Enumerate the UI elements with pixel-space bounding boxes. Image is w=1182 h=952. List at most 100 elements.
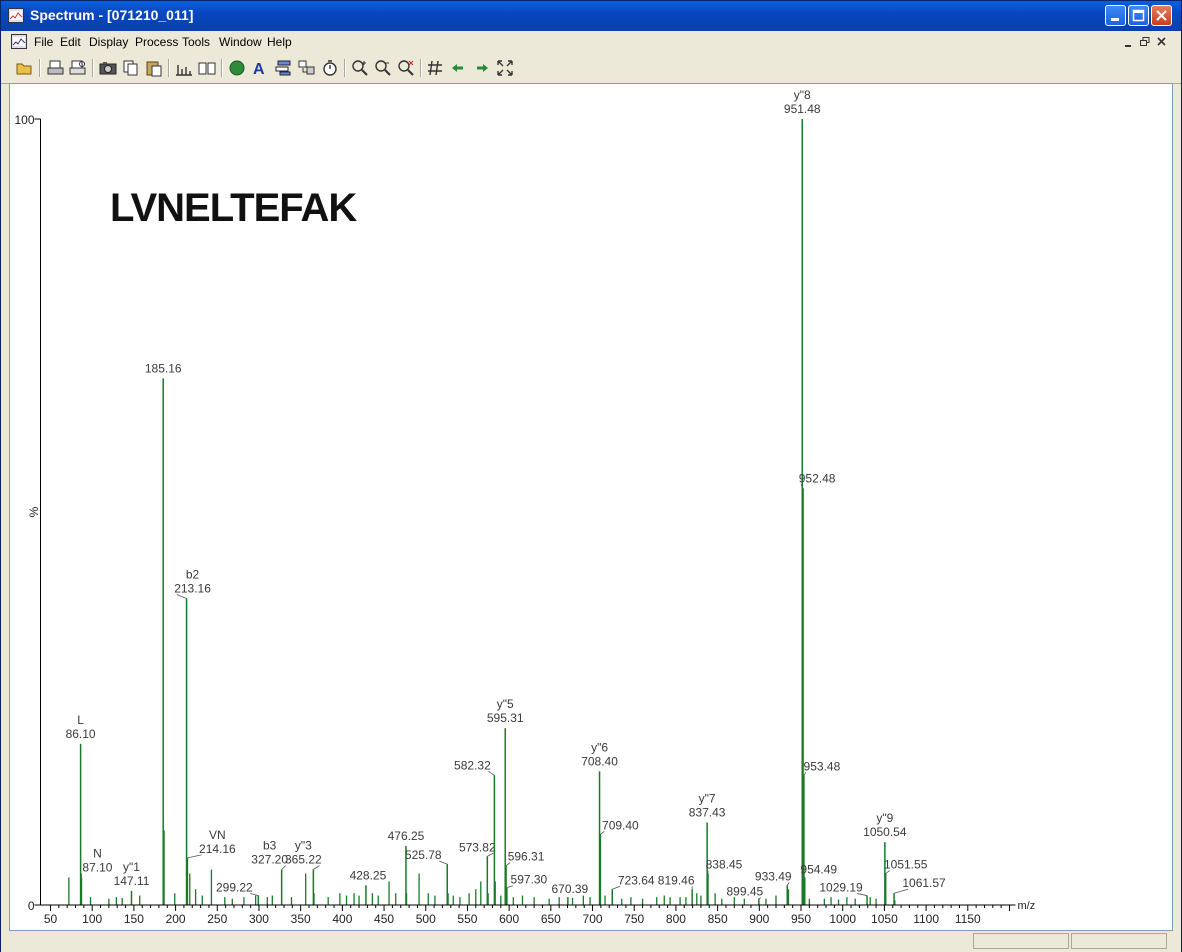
green-circle-icon[interactable] <box>227 58 247 78</box>
app-icon <box>8 8 24 23</box>
status-panel <box>1071 933 1167 949</box>
print-preview-icon[interactable] <box>68 58 88 78</box>
status-panel <box>973 933 1069 949</box>
spectrum-plot-area[interactable]: 86.10 L 87.10 N 147.11 y"1 185.16 213.16 b2 214.1… <box>9 83 1173 931</box>
print-icon[interactable] <box>46 58 66 78</box>
window-title: Spectrum - [071210_011] <box>30 7 194 23</box>
menu-process[interactable]: Process <box>135 35 178 49</box>
text-a-icon[interactable]: A <box>249 58 269 78</box>
title-bar: Spectrum - [071210_011] <box>1 1 1181 31</box>
doc-restore-icon[interactable] <box>1139 36 1151 48</box>
peak-ion-label: L <box>77 713 84 727</box>
x-tick-label: 50 <box>44 912 58 926</box>
grid-hash-icon[interactable] <box>425 58 445 78</box>
peak-mz-label: 837.43 <box>689 805 726 819</box>
peak-mz-label: 214.16 <box>199 842 236 856</box>
menu-edit[interactable]: Edit <box>60 35 81 49</box>
x-tick-label: 300 <box>249 912 269 926</box>
doc-close-icon[interactable] <box>1156 36 1168 48</box>
peak-ion-label: y"8 <box>794 88 811 102</box>
list-icon[interactable] <box>274 58 294 78</box>
peak-mz-label: 87.10 <box>82 860 112 874</box>
x-tick-label: 900 <box>749 912 769 926</box>
chart-axes: 50 100 150 200 250 300 350 400 450 500 550 600 650 70… <box>14 113 1035 926</box>
bar-chart-icon[interactable] <box>174 58 194 78</box>
peak-ion-label: y"9 <box>876 811 893 825</box>
peak-mz-label: 595.31 <box>487 711 524 725</box>
close-icon <box>1156 10 1167 21</box>
arrow-left-icon[interactable] <box>448 58 468 78</box>
x-tick-label: 500 <box>416 912 436 926</box>
y-tick-label: 0 <box>28 899 35 913</box>
toolbar-separator <box>221 59 223 77</box>
x-tick-label: 1150 <box>955 912 981 926</box>
peak-mz-label: 723.64 <box>618 873 655 887</box>
peak-mz-label: 582.32 <box>454 758 491 772</box>
menu-help[interactable]: Help <box>267 35 292 49</box>
x-tick-label: 950 <box>791 912 811 926</box>
x-tick-label: 850 <box>708 912 728 926</box>
x-tick-label: 150 <box>124 912 144 926</box>
x-axis-label: m/z <box>1017 900 1035 912</box>
peak-mz-label: 933.49 <box>755 869 792 883</box>
peak-mz-label: 86.10 <box>66 727 96 741</box>
close-button[interactable] <box>1151 5 1172 26</box>
camera-icon[interactable] <box>98 58 118 78</box>
x-tick-label: 1000 <box>829 912 856 926</box>
copy-icon[interactable] <box>121 58 141 78</box>
peak-ion-label: y"1 <box>123 860 140 874</box>
x-tick-label: 100 <box>82 912 102 926</box>
peak-mz-label: 573.82 <box>459 840 496 854</box>
zoom-out-icon[interactable] <box>373 58 393 78</box>
maximize-button[interactable] <box>1128 5 1149 26</box>
x-tick-label: 650 <box>541 912 561 926</box>
toolbar: A <box>1 53 1181 84</box>
menu-bar: File Edit Display Process Tools Window H… <box>1 31 1181 53</box>
peak-mz-label: 1061.57 <box>902 876 946 890</box>
zoom-reset-icon[interactable] <box>396 58 416 78</box>
doc-minimize-icon[interactable] <box>1123 37 1135 49</box>
stopwatch-icon[interactable] <box>320 58 340 78</box>
peak-ion-label: b2 <box>186 567 200 581</box>
peak-mz-label: 708.40 <box>581 754 618 768</box>
paste-icon[interactable] <box>144 58 164 78</box>
arrow-right-icon[interactable] <box>472 58 492 78</box>
peak-mz-label: 953.48 <box>804 759 841 773</box>
combine-icon[interactable] <box>297 58 317 78</box>
peak-mz-label: 954.49 <box>800 862 837 876</box>
book-icon[interactable] <box>197 58 217 78</box>
menu-display[interactable]: Display <box>89 35 128 49</box>
fit-view-icon[interactable] <box>495 58 515 78</box>
peak-ion-label: y"6 <box>591 740 608 754</box>
open-folder-icon[interactable] <box>14 58 34 78</box>
svg-text:A: A <box>253 61 265 78</box>
menu-file[interactable]: File <box>34 35 53 49</box>
zoom-in-icon[interactable] <box>350 58 370 78</box>
x-tick-label: 600 <box>499 912 519 926</box>
menu-tools[interactable]: Tools <box>182 35 210 49</box>
peak-mz-label: 327.20 <box>251 853 288 867</box>
x-tick-label: 700 <box>583 912 603 926</box>
peak-mz-label: 476.25 <box>388 829 425 843</box>
peak-mz-label: 147.11 <box>114 874 150 888</box>
toolbar-separator <box>92 59 94 77</box>
minimize-icon <box>1111 18 1119 21</box>
toolbar-separator <box>420 59 422 77</box>
minimize-button[interactable] <box>1105 5 1126 26</box>
peak-ion-label: b3 <box>263 839 277 853</box>
peak-mz-label: 365.22 <box>285 853 322 867</box>
spectrum-window: Spectrum - [071210_011] File Edit Displa… <box>0 0 1182 952</box>
peptide-sequence-label: LVNELTEFAK <box>110 186 357 230</box>
spectrum-chart[interactable]: 86.10L 87.10N 147.11y"1 185.16 213.16b2 214.1… <box>10 84 1172 930</box>
x-tick-label: 550 <box>457 912 477 926</box>
x-tick-label: 200 <box>166 912 186 926</box>
menu-window[interactable]: Window <box>219 35 262 49</box>
x-tick-label: 450 <box>374 912 394 926</box>
x-tick-label: 800 <box>666 912 686 926</box>
toolbar-separator <box>344 59 346 77</box>
x-tick-label: 750 <box>624 912 644 926</box>
peak-ion-label: y"7 <box>699 791 716 805</box>
document-icon[interactable] <box>11 34 27 49</box>
peak-mz-label: 952.48 <box>799 471 836 485</box>
x-tick-label: 1050 <box>871 912 898 926</box>
